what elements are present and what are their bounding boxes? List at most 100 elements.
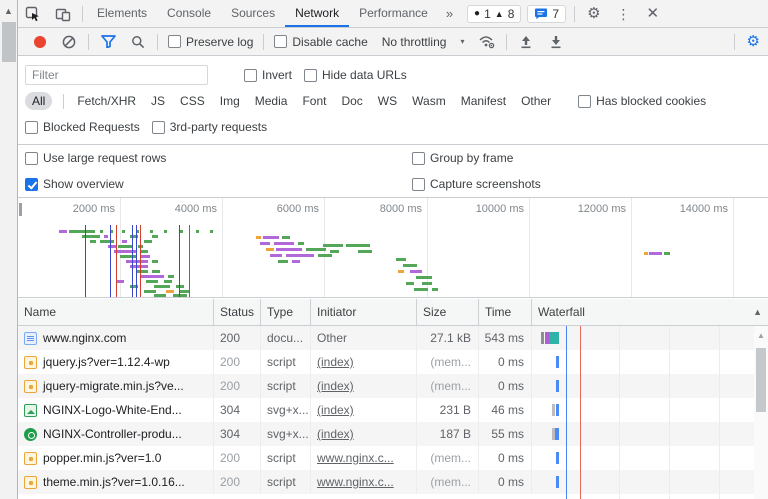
overview-canvas[interactable]: 2000 ms4000 ms6000 ms8000 ms10000 ms1200… (18, 198, 768, 298)
kebab-menu-icon[interactable]: ⋮ (609, 1, 639, 27)
filter-type-js[interactable]: JS (149, 92, 167, 110)
clear-icon (62, 35, 76, 49)
initiator-link[interactable]: (index) (317, 379, 354, 393)
disable-cache-checkbox[interactable] (274, 35, 287, 48)
filter-type-doc[interactable]: Doc (339, 92, 364, 110)
request-row[interactable]: NGINX-Controller-produ... 304 svg+x... (… (18, 422, 768, 446)
more-tabs-button[interactable]: » (438, 6, 461, 21)
requests-table-header: Name Status Type Initiator Size Time Wat… (18, 299, 768, 326)
column-header-waterfall[interactable]: Waterfall ▲ (532, 299, 768, 326)
group-by-frame-toggle[interactable]: Group by frame (412, 151, 513, 165)
request-row[interactable]: popper.min.js?ver=1.0 200 script www.ngi… (18, 446, 768, 470)
filter-type-img[interactable]: Img (218, 92, 242, 110)
search-button[interactable] (123, 29, 153, 55)
capture-screenshots-checkbox[interactable] (412, 178, 425, 191)
disable-cache-toggle[interactable]: Disable cache (274, 35, 367, 49)
invert-checkbox[interactable] (244, 69, 257, 82)
console-errors-warnings-badge[interactable]: ●1 ▲8 (467, 5, 521, 23)
import-har-button[interactable] (511, 29, 541, 55)
column-header-name[interactable]: Name (18, 299, 214, 326)
blocked-requests-toggle[interactable]: Blocked Requests (25, 120, 140, 134)
filter-type-wasm[interactable]: Wasm (410, 92, 448, 110)
request-row[interactable]: jquery-migrate.min.js?ve... 200 script (… (18, 374, 768, 398)
tab-network[interactable]: Network (285, 0, 349, 27)
issues-badge[interactable]: 7 (527, 5, 566, 23)
load-event-line (116, 225, 117, 298)
waterfall-bar (556, 380, 559, 392)
sort-ascending-icon: ▲ (753, 299, 762, 326)
page-scrollbar[interactable]: ▲ (0, 0, 18, 499)
preserve-log-checkbox[interactable] (168, 35, 181, 48)
initiator-link[interactable]: www.nginx.c... (317, 475, 394, 489)
initiator-link[interactable]: (index) (317, 403, 354, 417)
network-conditions-button[interactable] (472, 29, 502, 55)
divider (506, 34, 507, 50)
close-devtools-icon[interactable]: ✕ (639, 1, 668, 27)
column-header-type[interactable]: Type (261, 299, 311, 326)
column-header-initiator[interactable]: Initiator (311, 299, 417, 326)
column-header-status[interactable]: Status (214, 299, 261, 326)
column-header-size[interactable]: Size (417, 299, 479, 326)
inspect-element-button[interactable] (18, 1, 48, 27)
upload-arrow-icon (519, 35, 533, 49)
third-party-requests-checkbox[interactable] (152, 121, 165, 134)
capture-screenshots-toggle[interactable]: Capture screenshots (412, 177, 541, 191)
settings-gear-icon[interactable]: ⚙ (579, 1, 608, 27)
table-scrollbar-thumb[interactable] (756, 348, 766, 412)
column-header-time[interactable]: Time (479, 299, 532, 326)
scroll-up-icon[interactable]: ▲ (0, 0, 17, 16)
clear-network-log-button[interactable] (54, 29, 84, 55)
show-overview-checkbox[interactable] (25, 178, 38, 191)
request-row[interactable]: jquery.js?ver=1.12.4-wp 200 script (inde… (18, 350, 768, 374)
error-count: 1 (484, 7, 491, 21)
has-blocked-cookies-toggle[interactable]: Has blocked cookies (578, 94, 706, 108)
tab-elements[interactable]: Elements (87, 0, 157, 27)
filter-input[interactable] (25, 65, 208, 85)
throttling-dropdown[interactable]: No throttling ▾ (382, 35, 465, 49)
initiator-link[interactable]: www.nginx.c... (317, 451, 394, 465)
scroll-up-icon[interactable]: ▲ (754, 326, 768, 340)
waterfall-bar (556, 452, 559, 464)
filter-type-css[interactable]: CSS (178, 92, 207, 110)
initiator-link[interactable]: (index) (317, 355, 354, 369)
overview-bar (260, 242, 270, 245)
load-event-line (140, 225, 141, 298)
waterfall-cell (532, 398, 768, 422)
issues-bubble-icon (534, 8, 548, 20)
toggle-device-toolbar-button[interactable] (48, 1, 78, 27)
initiator-link[interactable]: (index) (317, 427, 354, 441)
request-row[interactable]: NGINX-Logo-White-End... 304 svg+x... (in… (18, 398, 768, 422)
tab-console[interactable]: Console (157, 0, 221, 27)
filter-toggle-button[interactable] (93, 29, 123, 55)
invert-toggle[interactable]: Invert (244, 68, 292, 82)
filter-type-manifest[interactable]: Manifest (459, 92, 508, 110)
hide-data-urls-toggle[interactable]: Hide data URLs (304, 68, 407, 82)
filter-type-all[interactable]: All (25, 92, 52, 110)
table-scrollbar[interactable]: ▲ (754, 326, 768, 499)
use-large-request-rows-toggle[interactable]: Use large request rows (25, 151, 166, 165)
blocked-requests-checkbox[interactable] (25, 121, 38, 134)
page-scrollbar-thumb[interactable] (2, 22, 16, 62)
record-network-log-button[interactable] (34, 36, 46, 48)
filter-type-font[interactable]: Font (300, 92, 328, 110)
filter-type-fetch-xhr[interactable]: Fetch/XHR (75, 92, 138, 110)
third-party-requests-toggle[interactable]: 3rd-party requests (152, 120, 267, 134)
show-overview-toggle[interactable]: Show overview (25, 177, 124, 191)
network-settings-gear-icon[interactable]: ⚙ (739, 29, 768, 55)
has-blocked-cookies-checkbox[interactable] (578, 95, 591, 108)
preserve-log-toggle[interactable]: Preserve log (168, 35, 253, 49)
hide-data-urls-checkbox[interactable] (304, 69, 317, 82)
group-by-frame-checkbox[interactable] (412, 152, 425, 165)
waterfall-bar (556, 404, 559, 416)
filter-type-ws[interactable]: WS (376, 92, 399, 110)
filter-funnel-icon (101, 35, 116, 48)
request-row[interactable]: theme.min.js?ver=1.0.16... 200 script ww… (18, 470, 768, 494)
filter-type-other[interactable]: Other (519, 92, 553, 110)
overview-drag-handle[interactable] (19, 203, 22, 216)
tab-sources[interactable]: Sources (221, 0, 285, 27)
filter-type-media[interactable]: Media (253, 92, 290, 110)
export-har-button[interactable] (541, 29, 571, 55)
request-row[interactable]: www.nginx.com 200 docu... Other 27.1 kB … (18, 326, 768, 350)
use-large-request-rows-checkbox[interactable] (25, 152, 38, 165)
tab-performance[interactable]: Performance (349, 0, 438, 27)
